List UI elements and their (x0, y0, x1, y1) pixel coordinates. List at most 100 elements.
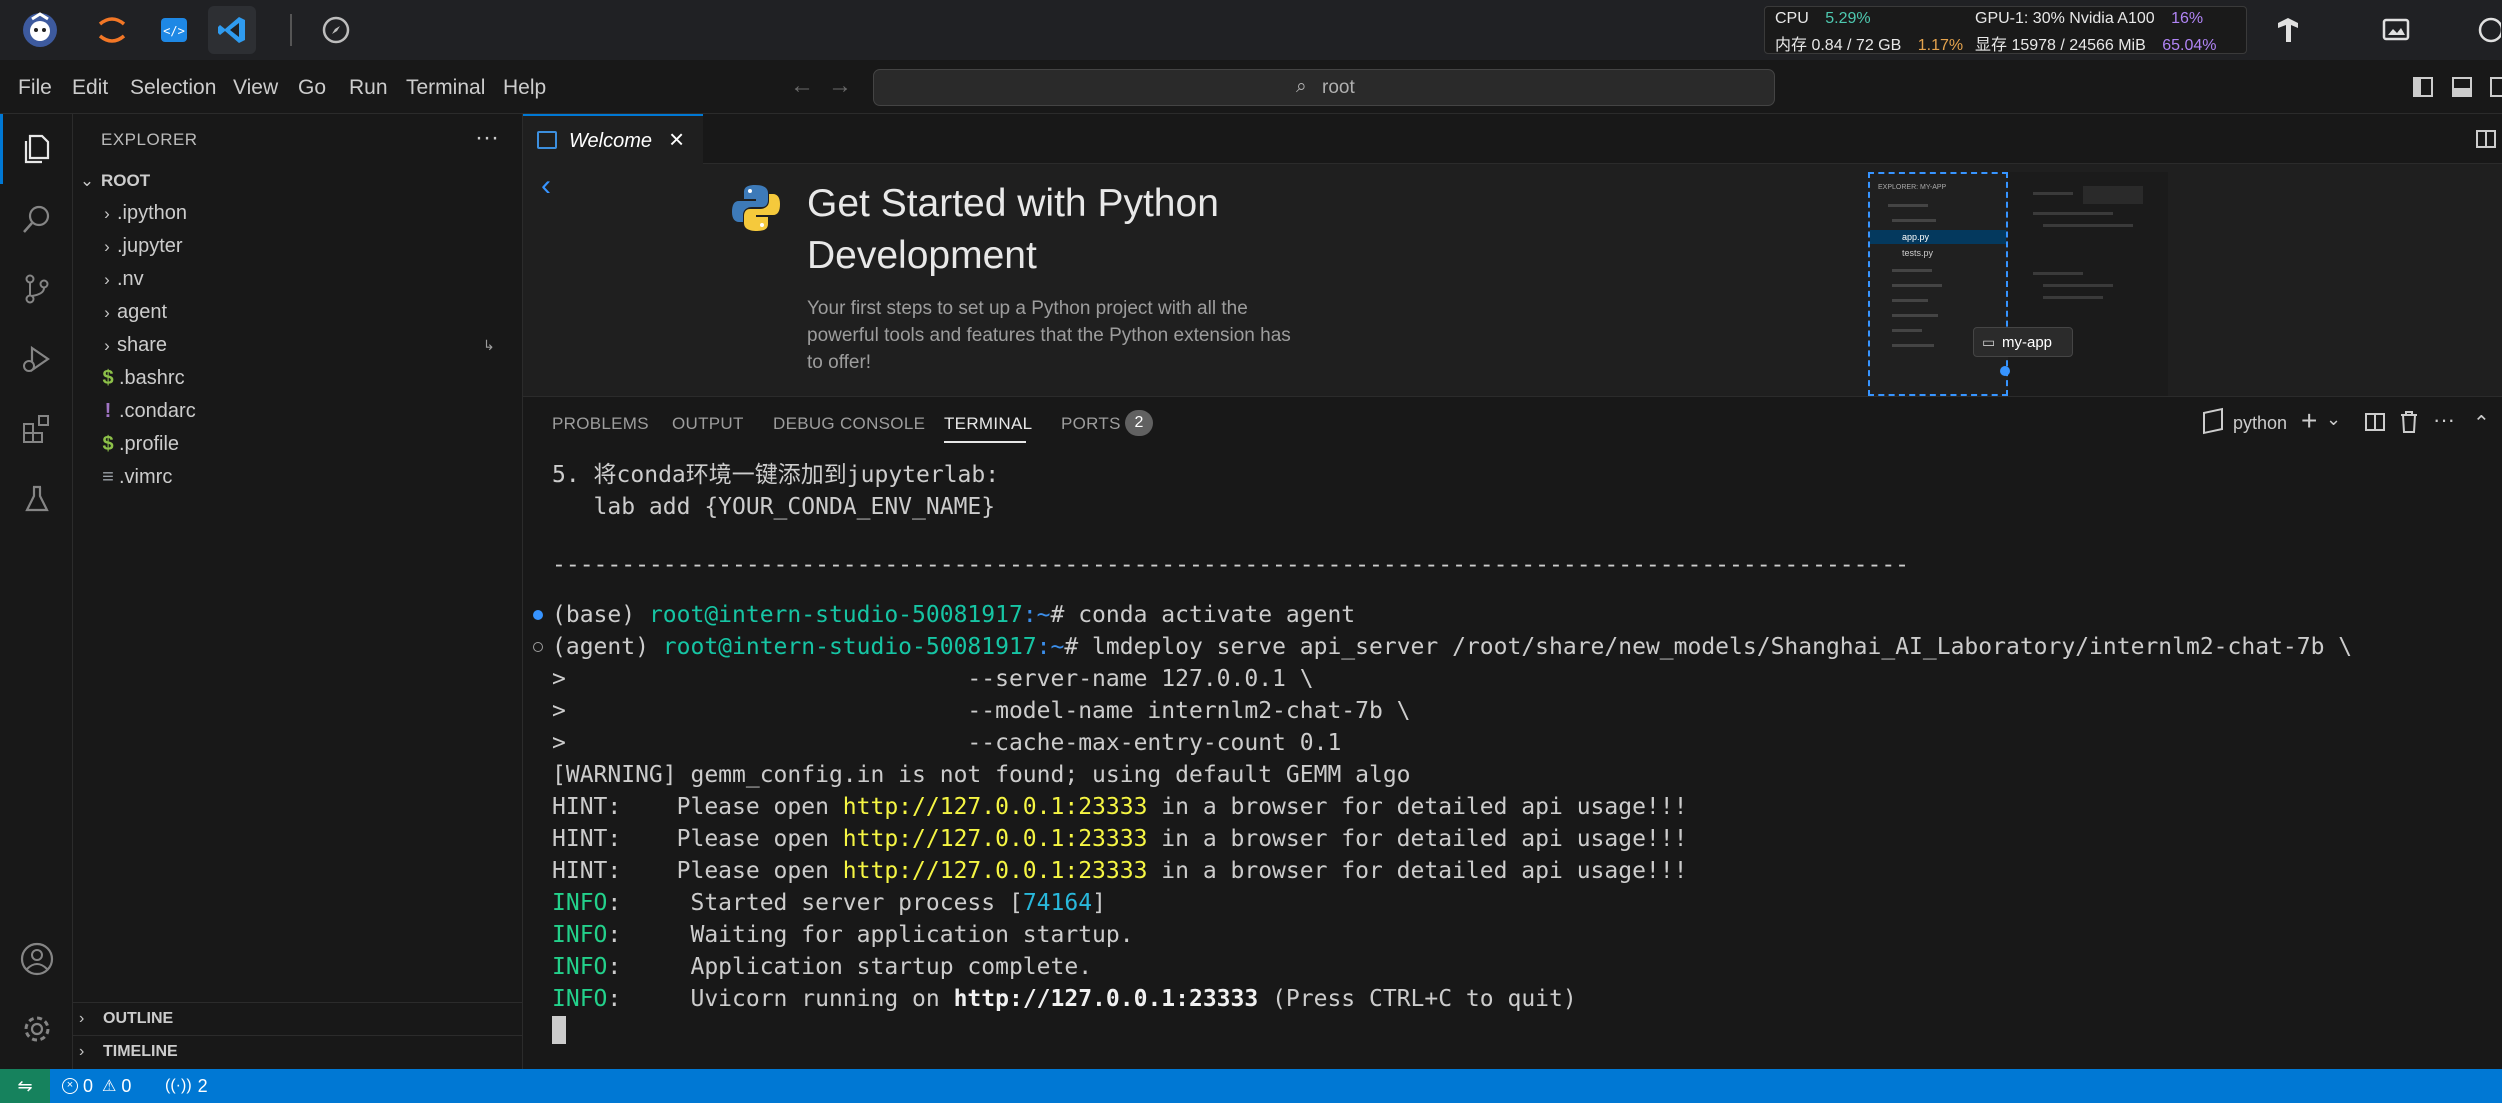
welcome-desc-line1: Your first steps to set up a Python proj… (807, 298, 1248, 319)
testing-flask-icon[interactable] (0, 464, 73, 534)
prompt-env: (base) (552, 602, 649, 628)
image-monitor-icon[interactable] (2372, 6, 2420, 54)
terminal-info-line: INFO: Started server process [74164] (552, 887, 1106, 919)
split-editor-icon[interactable] (2476, 130, 2496, 148)
command-center-search[interactable]: ⌕ root (873, 69, 1775, 106)
terminal-profile-label[interactable]: python (2233, 413, 2287, 434)
info-text: ] (1092, 890, 1106, 916)
tree-folder-ipython[interactable]: › .ipython (73, 197, 522, 230)
vscode-icon[interactable] (208, 6, 256, 54)
bottom-panel: PROBLEMS OUTPUT DEBUG CONSOLE TERMINAL P… (523, 396, 2502, 1069)
tab-output[interactable]: OUTPUT (672, 414, 744, 434)
back-chevron-icon[interactable]: ‹ (541, 169, 551, 203)
chevron-right-icon: › (104, 236, 110, 256)
remote-indicator-button[interactable]: ⇋ (0, 1069, 50, 1103)
kill-terminal-trash-icon[interactable] (2399, 411, 2419, 433)
tab-ports[interactable]: PORTS (1061, 414, 1121, 434)
ports-status-button[interactable]: ((·)) 2 (165, 1075, 208, 1097)
cpu-label: CPU (1775, 10, 1809, 27)
new-terminal-plus-icon[interactable]: + (2301, 405, 2317, 437)
explorer-icon[interactable] (0, 114, 73, 184)
more-actions-icon[interactable]: ··· (2433, 407, 2455, 433)
nav-back-icon[interactable]: ← (790, 72, 814, 100)
menu-run[interactable]: Run (349, 76, 388, 100)
tree-item-label: agent (117, 301, 168, 323)
preview-skeleton-line (2043, 224, 2133, 227)
source-control-icon[interactable] (0, 254, 73, 324)
power-icon[interactable] (2470, 6, 2502, 54)
tree-file-vimrc[interactable]: ≡ .vimrc (73, 461, 522, 494)
code-editor-icon[interactable]: </> (150, 6, 198, 54)
tree-item-label: .vimrc (119, 466, 173, 488)
welcome-desc-line3: to offer! (807, 352, 872, 373)
hint-url[interactable]: http://127.0.0.1:23333 (843, 794, 1148, 820)
tree-folder-jupyter[interactable]: › .jupyter (73, 230, 522, 263)
editor-tab-bar: Welcome × (523, 114, 2502, 164)
outline-section-header[interactable]: › OUTLINE (73, 1002, 522, 1035)
jupyter-icon[interactable] (88, 6, 136, 54)
tab-welcome[interactable]: Welcome × (523, 114, 703, 164)
explorer-sidebar: EXPLORER ··· ⌄ ROOT › .ipython › .jupyte… (73, 114, 523, 1069)
menu-selection[interactable]: Selection (130, 76, 216, 100)
tree-folder-share[interactable]: › share ↳ (73, 329, 522, 362)
preview-file-label: app.py (1902, 232, 1930, 242)
welcome-title-line2: Development (807, 234, 1037, 277)
settings-gear-icon[interactable] (0, 994, 73, 1064)
account-icon[interactable] (0, 924, 73, 994)
preview-skeleton-line (1892, 269, 1932, 272)
problems-status-button[interactable]: × 0 ⚠ 0 (62, 1075, 131, 1097)
shell-file-icon: $ (102, 367, 114, 389)
timeline-section-header[interactable]: › TIMELINE (73, 1035, 522, 1068)
preview-skeleton-line (2043, 284, 2113, 287)
layout-sidebar-toggle-icon[interactable] (2413, 77, 2433, 97)
welcome-desc-line2: powerful tools and features that the Pyt… (807, 325, 1291, 346)
warning-icon: ⚠ (102, 1078, 117, 1095)
split-terminal-icon[interactable] (2365, 413, 2385, 431)
tab-terminal[interactable]: TERMINAL (944, 414, 1032, 434)
ports-count: 2 (197, 1075, 208, 1096)
chevron-down-icon[interactable]: ⌄ (2326, 409, 2341, 430)
command-success-dot-icon (533, 610, 543, 620)
layout-panel-toggle-icon[interactable] (2452, 77, 2472, 97)
menu-edit[interactable]: Edit (72, 76, 108, 100)
tab-label: Welcome (569, 130, 652, 152)
error-count: 0 (83, 1075, 94, 1096)
tab-debug-console[interactable]: DEBUG CONSOLE (773, 414, 925, 434)
search-icon[interactable] (0, 184, 73, 254)
tree-file-condarc[interactable]: ! .condarc (73, 395, 522, 428)
menu-go[interactable]: Go (298, 76, 326, 100)
preview-skeleton-line (1888, 204, 1928, 207)
intern-studio-logo-icon[interactable] (16, 6, 64, 54)
terminal-info-line: INFO: Application startup complete. (552, 951, 1092, 983)
prompt-command: # lmdeploy serve api_server /root/share/… (1064, 634, 2353, 660)
root-label: ROOT (101, 170, 151, 190)
menu-file[interactable]: File (18, 76, 52, 100)
tree-file-bashrc[interactable]: $ .bashrc (73, 362, 522, 395)
more-actions-icon[interactable]: ··· (475, 124, 499, 152)
hint-url[interactable]: http://127.0.0.1:23333 (843, 826, 1148, 852)
root-folder-header[interactable]: ⌄ ROOT (73, 164, 522, 197)
info-url[interactable]: http://127.0.0.1:23333 (954, 986, 1259, 1012)
terminal-output[interactable]: 5. 将conda环境一键添加到jupyterlab: lab add {YOU… (523, 459, 2502, 1070)
tensorflow-icon[interactable] (2264, 6, 2312, 54)
tree-folder-nv[interactable]: › .nv (73, 263, 522, 296)
extensions-icon[interactable] (0, 394, 73, 464)
menu-view[interactable]: View (233, 76, 278, 100)
menu-terminal[interactable]: Terminal (406, 76, 485, 100)
maximize-panel-chevron-icon[interactable]: ⌄ (2473, 409, 2490, 434)
tree-file-profile[interactable]: $ .profile (73, 428, 522, 461)
hint-url[interactable]: http://127.0.0.1:23333 (843, 858, 1148, 884)
menu-help[interactable]: Help (503, 76, 546, 100)
shell-file-icon: $ (102, 433, 114, 455)
run-debug-icon[interactable] (0, 324, 73, 394)
preview-skeleton-block (2083, 186, 2143, 204)
info-pid: 74164 (1022, 890, 1093, 916)
layout-secondary-toggle-icon[interactable] (2490, 77, 2502, 97)
compass-icon[interactable] (312, 6, 360, 54)
tree-folder-agent[interactable]: › agent (73, 296, 522, 329)
tab-problems[interactable]: PROBLEMS (552, 414, 649, 434)
preview-skeleton-line (1892, 299, 1928, 302)
tree-item-label: .condarc (119, 400, 196, 422)
nav-forward-icon[interactable]: → (828, 72, 852, 100)
tab-close-icon[interactable]: × (669, 124, 684, 155)
